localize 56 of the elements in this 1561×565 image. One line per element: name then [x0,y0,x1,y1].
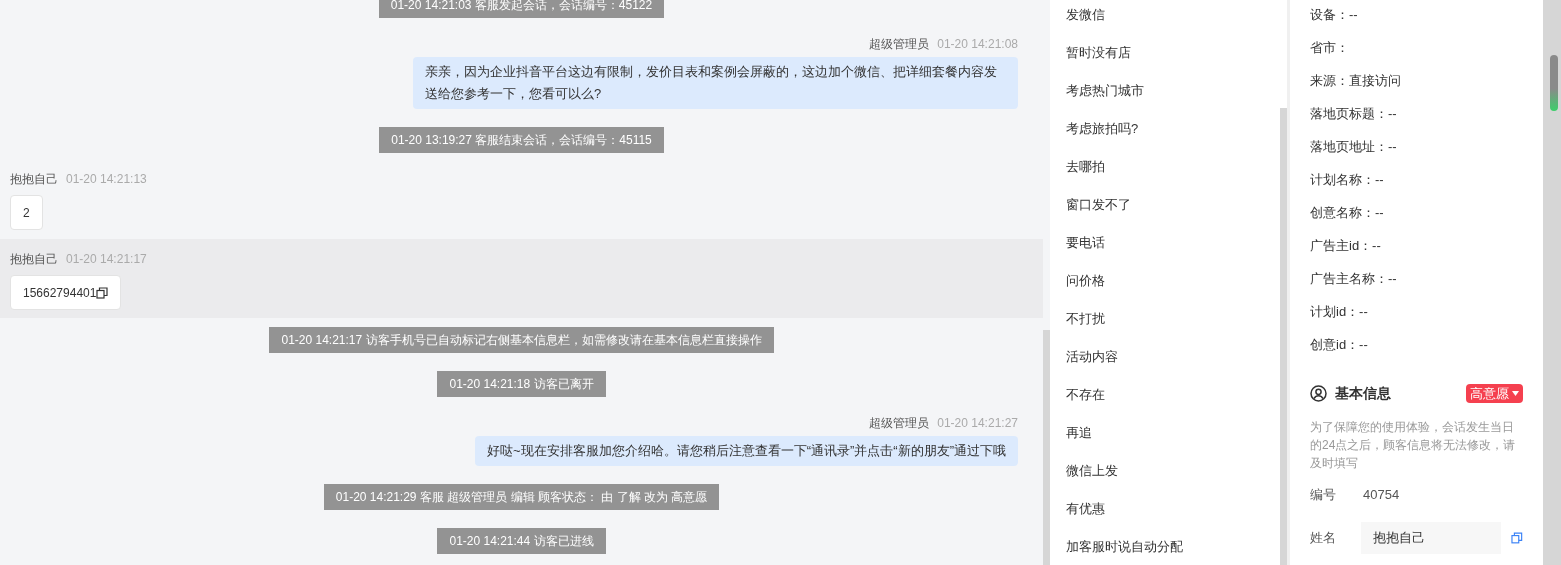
quick-reply-item[interactable]: 问价格 [1066,262,1280,300]
notice-text: 为了保障您的使用体验，会话发生当日的24点之后，顾客信息将无法修改，请及时填写 [1310,419,1517,472]
visitor-field: 广告主id：-- [1310,235,1381,256]
system-notice: 01-20 14:21:17 访客手机号已自动标记右侧基本信息栏，如需修改请在基本信息栏直接操作 [269,327,774,353]
name-field[interactable]: 抱抱自己 [1361,522,1502,554]
field-label: 编号 [1310,486,1337,505]
visitor-field: 设备：-- [1310,4,1358,25]
quick-reply-item[interactable]: 考虑热门城市 [1066,72,1280,110]
field-value: 40754 [1363,486,1400,505]
sender-name: 超级管理员 [869,415,930,432]
quick-reply-item[interactable]: 去哪拍 [1066,148,1280,186]
quick-reply-item[interactable]: 微信上发 [1066,452,1280,490]
system-notice: 01-20 13:19:27 客服结束会话，会话编号：45115 [379,127,664,153]
quick-reply-item[interactable]: 考虑旅拍吗? [1066,110,1280,148]
quick-reply-item[interactable]: 要电话 [1066,224,1280,262]
message-time: 01-20 14:21:27 [937,415,1018,432]
visitor-field: 计划名称：-- [1310,169,1384,190]
system-notice: 01-20 14:21:29 客服 超级管理员 编辑 顾客状态： 由 了解 改为 高意愿 [323,484,720,510]
quick-reply-item[interactable]: 窗口发不了 [1066,186,1280,224]
caret-icon [1512,391,1519,396]
system-notice: 01-20 14:21:44 访客已进线 [437,528,606,554]
sender-name: 抱抱自己 [10,171,58,188]
visitor-field: 落地页标题：-- [1310,103,1397,124]
sender-name: 超级管理员 [869,36,930,53]
status-tag[interactable]: 高意愿 [1466,384,1523,403]
scrollbar-thumb[interactable] [1550,55,1558,111]
visitor-field: 落地页地址：-- [1310,136,1397,157]
copy-icon[interactable] [96,286,109,299]
section-title: 基本信息 [1335,384,1391,403]
quick-reply-item[interactable]: 加客服时说自动分配 [1066,528,1280,565]
quick-reply-item[interactable]: 不存在 [1066,376,1280,414]
scrollbar[interactable] [1280,108,1287,565]
visitor-field: 创意名称：-- [1310,202,1384,223]
message-time: 01-20 14:21:08 [937,36,1018,53]
quick-reply-item[interactable]: 有优惠 [1066,490,1280,528]
field-label: 姓名 [1310,529,1337,548]
sender-name: 抱抱自己 [10,251,58,268]
visitor-field: 广告主名称：-- [1310,268,1397,289]
message-bubble: 15662794401 [10,275,122,310]
quick-reply-item[interactable]: 不打扰 [1066,300,1280,338]
visitor-field: 省市： [1310,37,1349,58]
message-time: 01-20 14:21:13 [66,171,147,188]
scrollbar[interactable] [1043,330,1050,565]
user-icon [1310,385,1327,402]
quick-reply-item[interactable]: 暂时没有店 [1066,34,1280,72]
visitor-field: 创意id：-- [1310,334,1368,355]
quick-reply-item[interactable]: 再追 [1066,414,1280,452]
message-time: 01-20 14:21:17 [66,251,147,268]
message-bubble: 2 [10,195,43,230]
visitor-field: 来源：直接访问 [1310,70,1401,91]
quick-reply-item[interactable]: 活动内容 [1066,338,1280,376]
visitor-field: 计划id：-- [1310,301,1368,322]
message-bubble: 好哒~现在安排客服加您介绍哈。请您稍后注意查看一下“通讯录”并点击“新的朋友”通过下哦 [475,436,1018,466]
message-bubble: 亲亲，因为企业抖音平台这边有限制，发价目表和案例会屏蔽的，这边加个微信、把详细套餐内容发送给您参考一下，您看可以么? [413,57,1018,109]
system-notice: 01-20 14:21:18 访客已离开 [437,371,606,397]
quick-reply-item[interactable]: 发微信 [1066,0,1280,34]
